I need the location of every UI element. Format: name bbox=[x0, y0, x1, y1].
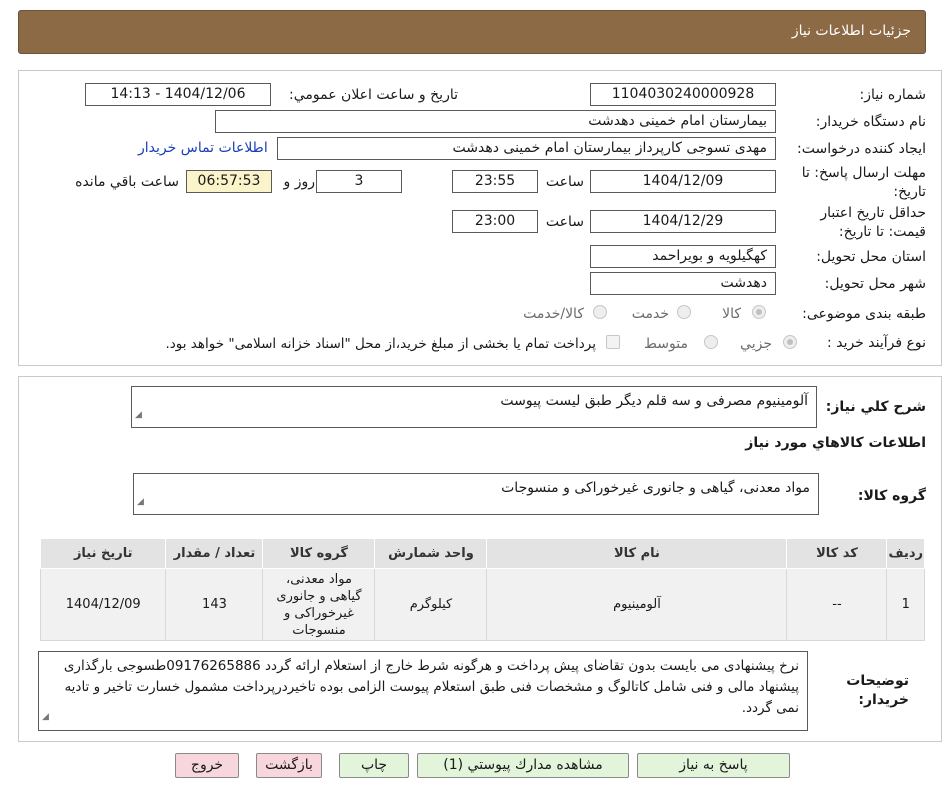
cell-goods-group: مواد معدنی، گیاهی و جانوری غیرخوراکی و م… bbox=[262, 568, 376, 641]
category-goods-service-radio[interactable] bbox=[593, 305, 607, 319]
city-label: شهر محل تحویل: bbox=[824, 276, 926, 292]
validity-label-line2: قیمت: تا تاریخ: bbox=[838, 224, 926, 240]
announce-date-field: 1404/12/06 - 14:13 bbox=[85, 83, 271, 106]
validity-time-label: ساعت bbox=[545, 214, 584, 230]
summary-textarea: آلومینیوم مصرفی و سه قلم دیگر طبق لیست پ… bbox=[131, 386, 817, 428]
validity-label-line1: حداقل تاریخ اعتبار bbox=[820, 205, 926, 221]
treasury-payment-note: پرداخت تمام یا بخشی از مبلغ خرید،از محل … bbox=[165, 336, 596, 352]
col-need-date: تاریخ نیاز bbox=[39, 538, 167, 569]
goods-table: ردیف کد کالا نام کالا واحد شمارش گروه کا… bbox=[39, 538, 925, 641]
buyer-org-label: نام دستگاه خریدار: bbox=[815, 114, 926, 130]
print-button[interactable]: چاپ bbox=[339, 753, 409, 778]
view-attachments-button[interactable]: مشاهده مدارك پیوستي (1) bbox=[417, 753, 629, 778]
process-medium-label: متوسط bbox=[644, 336, 688, 352]
deadline-time-field: 23:55 bbox=[452, 170, 538, 193]
need-number-field: 1104030240000928 bbox=[590, 83, 776, 106]
cell-unit: کیلوگرم bbox=[374, 568, 488, 641]
days-remaining-field: 3 bbox=[316, 170, 402, 193]
validity-time-field: 23:00 bbox=[452, 210, 538, 233]
process-minor-label: جزیي bbox=[740, 336, 772, 352]
cell-row-number: 1 bbox=[886, 568, 925, 641]
requester-label: ایجاد کننده درخواست: bbox=[797, 141, 926, 157]
reply-button[interactable]: پاسخ به نیاز bbox=[637, 753, 790, 778]
cell-goods-code: -- bbox=[786, 568, 888, 641]
col-row-number: ردیف bbox=[886, 538, 925, 569]
goods-group-label: گروه کالا: bbox=[857, 488, 926, 504]
buyer-notes-label-line2: خریدار: bbox=[858, 692, 909, 708]
resize-grip-icon[interactable]: ◢ bbox=[42, 707, 49, 728]
deadline-time-label: ساعت bbox=[545, 174, 584, 190]
cell-quantity: 143 bbox=[165, 568, 264, 641]
deadline-date-field: 1404/12/09 bbox=[590, 170, 776, 193]
province-label: استان محل تحویل: bbox=[816, 249, 926, 265]
category-label: طبقه بندی موضوعی: bbox=[802, 306, 926, 322]
back-button[interactable]: بازگشت bbox=[256, 753, 322, 778]
need-number-label: شماره نیاز: bbox=[859, 87, 927, 103]
days-label: روز و bbox=[283, 174, 316, 190]
buyer-notes-text: نرخ پیشنهادی می بایست بدون تقاضای پیش پر… bbox=[63, 658, 799, 716]
cell-need-date: 1404/12/09 bbox=[39, 568, 167, 641]
process-type-label: نوع فرآیند خرید : bbox=[827, 335, 926, 351]
validity-date-field: 1404/12/29 bbox=[590, 210, 776, 233]
col-unit: واحد شمارش bbox=[374, 538, 488, 569]
col-goods-group: گروه کالا bbox=[262, 538, 376, 569]
col-goods-name: نام کالا bbox=[486, 538, 788, 569]
page-title: جزئیات اطلاعات نیاز bbox=[791, 23, 911, 39]
category-service-label: خدمت bbox=[631, 306, 669, 322]
buyer-contact-link[interactable]: اطلاعات تماس خریدار bbox=[138, 140, 268, 156]
resize-grip-icon[interactable]: ◢ bbox=[137, 492, 144, 512]
remaining-time-field: 06:57:53 bbox=[186, 170, 272, 193]
deadline-label-line1: مهلت ارسال پاسخ: تا bbox=[801, 165, 926, 181]
city-field: دهدشت bbox=[590, 272, 776, 295]
category-goods-radio[interactable] bbox=[752, 305, 766, 319]
col-quantity: تعداد / مقدار bbox=[165, 538, 264, 569]
process-medium-radio[interactable] bbox=[704, 335, 718, 349]
page-header-bar: جزئیات اطلاعات نیاز bbox=[18, 10, 926, 54]
col-goods-code: کد کالا bbox=[786, 538, 888, 569]
buyer-notes-textarea: نرخ پیشنهادی می بایست بدون تقاضای پیش پر… bbox=[38, 651, 808, 731]
summary-text: آلومینیوم مصرفی و سه قلم دیگر طبق لیست پ… bbox=[500, 393, 808, 409]
requester-field: مهدی تسوجی کارپرداز بیمارستان امام خمینی… bbox=[277, 137, 776, 160]
category-service-radio[interactable] bbox=[677, 305, 691, 319]
goods-group-text: مواد معدنی، گیاهی و جانوری غیرخوراکی و م… bbox=[501, 480, 810, 496]
buyer-notes-label-line1: توضیحات bbox=[846, 673, 909, 689]
province-field: کهگیلویه و بویراحمد bbox=[590, 245, 776, 268]
remaining-time-label: ساعت باقي مانده bbox=[75, 174, 179, 190]
resize-grip-icon[interactable]: ◢ bbox=[135, 405, 142, 425]
table-header-row: ردیف کد کالا نام کالا واحد شمارش گروه کا… bbox=[39, 538, 925, 569]
category-goods-label: کالا bbox=[722, 306, 741, 322]
treasury-payment-checkbox[interactable] bbox=[606, 335, 620, 349]
deadline-label-line2: تاریخ: bbox=[893, 184, 926, 200]
announce-date-label: تاریخ و ساعت اعلان عمومي: bbox=[289, 87, 458, 103]
exit-button[interactable]: خروج bbox=[175, 753, 239, 778]
goods-group-textarea: مواد معدنی، گیاهی و جانوری غیرخوراکی و م… bbox=[133, 473, 819, 515]
table-row: 1 -- آلومینیوم کیلوگرم مواد معدنی، گیاهی… bbox=[39, 568, 925, 641]
cell-goods-name: آلومینیوم bbox=[486, 568, 788, 641]
buyer-org-field: بیمارستان امام خمینی دهدشت bbox=[215, 110, 776, 133]
category-goods-service-label: کالا/خدمت bbox=[523, 306, 584, 322]
process-minor-radio[interactable] bbox=[783, 335, 797, 349]
summary-label: شرح كلي نیاز: bbox=[825, 399, 926, 415]
goods-info-title: اطلاعات كالاهاي مورد نیاز bbox=[745, 435, 926, 451]
